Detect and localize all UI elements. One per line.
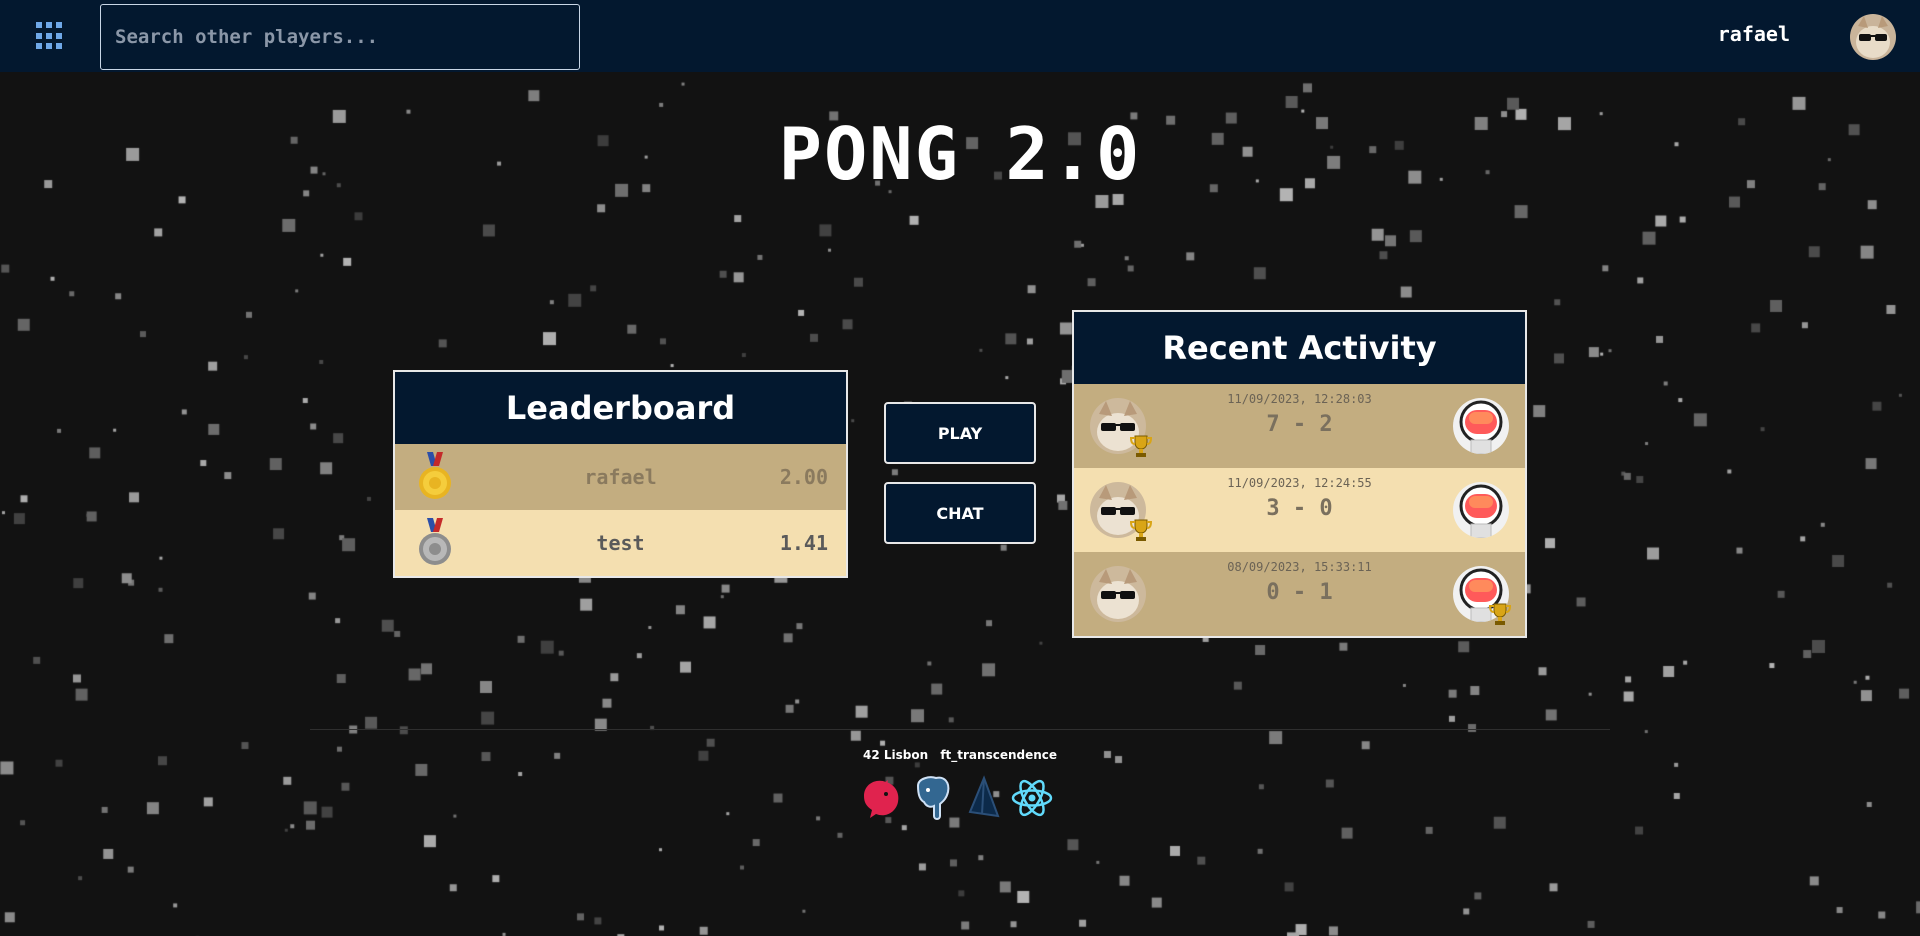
username-label[interactable]: rafael (1718, 22, 1790, 46)
leaderboard-panel: Leaderboard rafael 2.00 test 1.41 (393, 370, 848, 578)
leaderboard-row[interactable]: test 1.41 (395, 510, 846, 576)
prisma-icon[interactable] (960, 774, 1004, 822)
top-navigation-bar: rafael (0, 0, 1920, 72)
nestjs-icon[interactable] (860, 774, 904, 822)
match-date: 11/09/2023, 12:24:55 (1227, 476, 1372, 490)
leaderboard-title: Leaderboard (395, 372, 846, 444)
match-date: 08/09/2023, 15:33:11 (1227, 560, 1372, 574)
player-name: test (596, 531, 645, 555)
grid-menu-icon[interactable] (36, 22, 64, 50)
opponent-avatar[interactable] (1453, 398, 1509, 454)
react-icon[interactable] (1010, 774, 1054, 822)
recent-activity-panel: Recent Activity 11/09/2023, 12:28:03 7 - … (1072, 310, 1527, 638)
footer-credits: 42 Lisbon ft_transcendence (0, 748, 1920, 762)
school-label: 42 Lisbon (862, 748, 929, 762)
trophy-icon (1129, 434, 1153, 458)
trophy-icon (1129, 518, 1153, 542)
player-score: 2.00 (779, 465, 828, 489)
recent-activity-title: Recent Activity (1074, 312, 1525, 384)
match-row[interactable]: 08/09/2023, 15:33:11 0 - 1 (1074, 552, 1525, 636)
player-name: rafael (584, 465, 657, 489)
match-date: 11/09/2023, 12:28:03 (1227, 392, 1372, 406)
search-input[interactable] (100, 4, 580, 70)
leaderboard-row[interactable]: rafael 2.00 (395, 444, 846, 510)
footer-divider (310, 729, 1610, 730)
tech-stack-icons (860, 774, 1060, 824)
project-label: ft_transcendence (940, 748, 1058, 762)
match-row[interactable]: 11/09/2023, 12:28:03 7 - 2 (1074, 384, 1525, 468)
chat-button[interactable]: CHAT (884, 482, 1036, 544)
match-row[interactable]: 11/09/2023, 12:24:55 3 - 0 (1074, 468, 1525, 552)
page-title: PONG 2.0 (778, 112, 1142, 196)
postgresql-icon[interactable] (910, 774, 954, 822)
player-score: 1.41 (779, 531, 828, 555)
trophy-icon (1488, 602, 1512, 626)
user-avatar[interactable] (1850, 14, 1896, 60)
opponent-avatar[interactable] (1453, 482, 1509, 538)
play-button[interactable]: PLAY (884, 402, 1036, 464)
